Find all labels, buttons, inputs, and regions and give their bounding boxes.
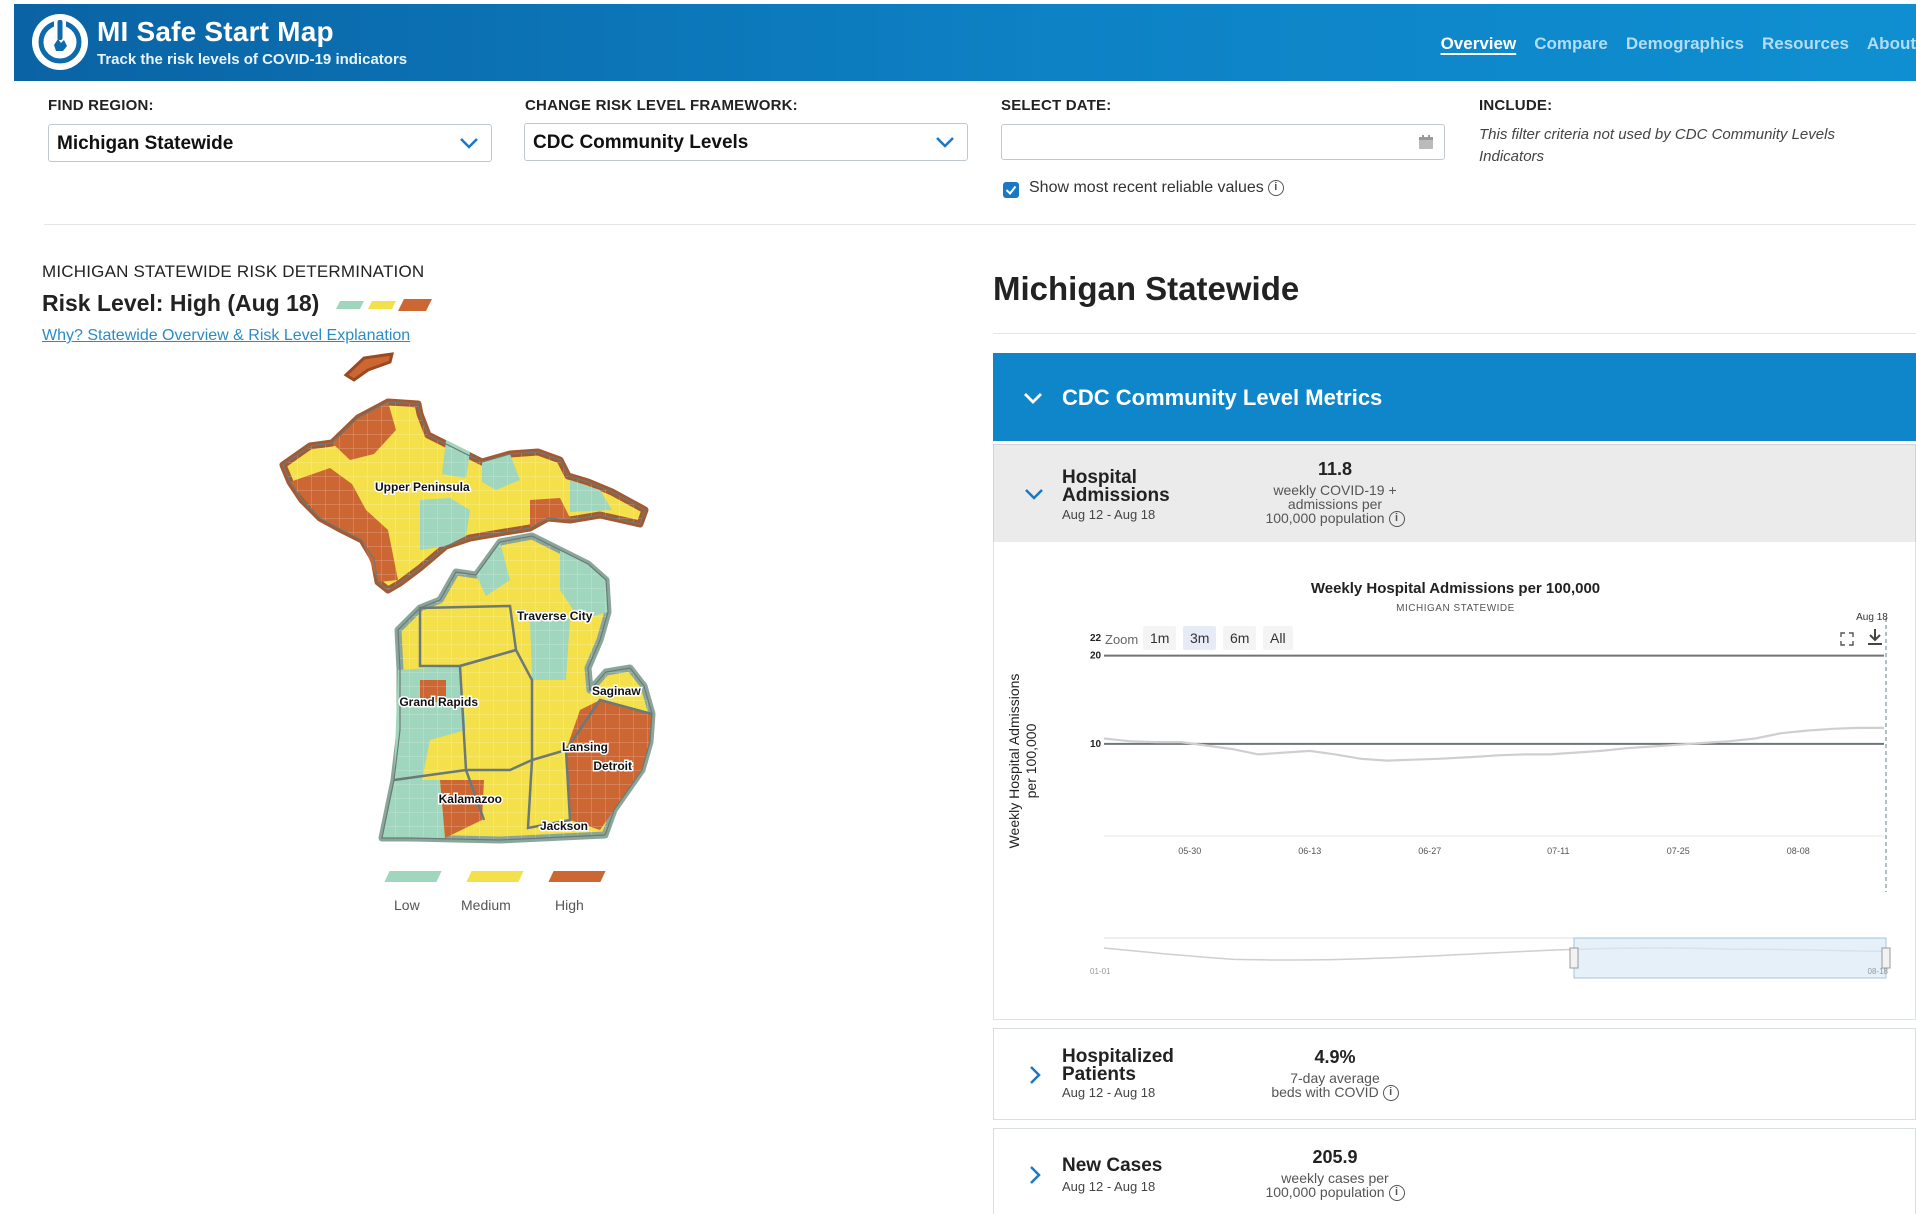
metric-name-line2: Admissions [1062,485,1170,506]
nav-about[interactable]: About [1867,34,1916,54]
date-input[interactable] [1001,124,1445,160]
x-tick-label: 07-25 [1667,846,1690,856]
metric-name: Hospitalized Patients [1062,1047,1174,1085]
metric-dates: Aug 12 - Aug 18 [1062,1179,1156,1194]
y-tick-label: 20 [1090,651,1102,662]
hospital-admissions-chart: Weekly Hospital Admissions per 100,000 M… [993,542,1916,1020]
current-date-label: Aug 18 [1856,612,1888,623]
map-label-jackson: Jackson [540,819,588,833]
nav-demographics[interactable]: Demographics [1626,34,1744,54]
legend-high-label: High [555,897,584,913]
map-label-saginaw: Saginaw [592,684,641,698]
map-label-lansing: Lansing [562,740,608,754]
metric-value: 11.8 [1317,459,1353,479]
date-label: SELECT DATE: [1001,97,1112,114]
legend-low-label: Low [394,897,420,913]
nav-overview[interactable]: Overview [1441,34,1517,54]
metric-new-cases[interactable]: New Cases Aug 12 - Aug 18 205.9 weekly c… [993,1128,1916,1214]
metric-description: weekly cases per 100,000 population i [1235,1171,1435,1202]
navigator-start-label: 01-01 [1090,967,1111,976]
include-label: INCLUDE: [1479,97,1553,114]
risk-level-bars [335,298,432,311]
chevron-down-icon [460,138,478,149]
metric-value: 4.9% [1314,1047,1356,1067]
framework-label: CHANGE RISK LEVEL FRAMEWORK: [525,97,798,114]
chevron-down-icon [1024,393,1042,404]
info-icon[interactable]: i [1388,511,1405,528]
calendar-icon[interactable] [1418,134,1434,150]
app-subtitle: Track the risk levels of COVID-19 indica… [97,51,408,68]
metric-description: weekly COVID-19 + admissions per 100,000… [1235,483,1435,528]
cdc-metrics-section[interactable]: CDC Community Level Metrics [993,353,1916,441]
navigator-handle-right [1881,947,1891,969]
chevron-right-icon [1030,1166,1041,1184]
main-nav: Overview Compare Demographics Resources … [1423,34,1916,54]
framework-value: CDC Community Levels [533,132,749,153]
metric-dates: Aug 12 - Aug 18 [1062,507,1156,522]
map-label-detroit: Detroit [593,759,632,773]
x-tick-label: 07-11 [1547,846,1569,856]
metric-name: Hospital Admissions [1062,468,1170,506]
region-label: FIND REGION: [48,97,154,114]
map-label-traverse-city: Traverse City [517,609,593,623]
cdc-section-title: CDC Community Level Metrics [1062,385,1383,410]
info-icon[interactable]: i [1267,179,1284,196]
legend-low-swatch [384,871,442,882]
info-icon[interactable]: i [1388,1185,1405,1202]
metric-desc-line2: 100,000 population [1265,1184,1385,1200]
x-tick-label: 05-30 [1178,846,1201,856]
recent-values-label: Show most recent reliable values i [1029,179,1284,197]
legend-medium-label: Medium [461,897,511,913]
include-note: This filter criteria not used by CDC Com… [1479,126,1835,165]
navigator-handle-left [1569,947,1579,969]
metric-name: New Cases [1062,1155,1163,1176]
nav-compare[interactable]: Compare [1534,34,1608,54]
y-tick-label: 10 [1090,739,1102,750]
risk-level: Risk Level: High (Aug 18) [42,290,434,317]
metric-value: 205.9 [1312,1147,1358,1167]
recent-values-text: Show most recent reliable values [1029,179,1264,196]
risk-level-text: Risk Level: High (Aug 18) [42,290,320,316]
x-tick-label: 08-08 [1787,846,1810,856]
line-chart[interactable]: 10 20 22 05-30 06-13 06-27 07-11 07-25 08-08 Aug … [994,542,1916,1020]
logo-power-icon[interactable] [32,14,88,70]
map-label-upper-peninsula: Upper Peninsula [375,480,470,494]
framework-select[interactable]: CDC Community Levels [524,123,968,161]
chevron-down-icon [936,137,954,148]
region-select[interactable]: Michigan Statewide [48,124,492,162]
risk-explanation-link[interactable]: Why? Statewide Overview & Risk Level Exp… [42,327,410,345]
chevron-down-icon [1025,489,1043,500]
recent-values-checkbox[interactable] [1003,182,1019,198]
x-tick-label: 06-27 [1418,846,1441,856]
check-icon [1005,185,1017,196]
navigator-window [1573,937,1887,979]
info-icon[interactable]: i [1382,1085,1399,1102]
metric-desc-line3: 100,000 population [1265,510,1385,526]
navigator-end-label: 08-18 [1868,967,1889,976]
region-value: Michigan Statewide [57,133,234,154]
metric-dates: Aug 12 - Aug 18 [1062,1085,1156,1100]
legend-medium-swatch [466,871,524,882]
y-tick-label: 22 [1090,633,1102,644]
app-header: MI Safe Start Map Track the risk levels … [14,4,1916,81]
risk-heading: MICHIGAN STATEWIDE RISK DETERMINATION [42,262,425,281]
map-label-grand-rapids: Grand Rapids [399,695,478,709]
app-title: MI Safe Start Map [97,16,334,47]
metric-desc-line2: beds with COVID [1271,1084,1379,1100]
map-label-kalamazoo: Kalamazoo [439,792,502,806]
metric-hospital-admissions[interactable]: Hospital Admissions Aug 12 - Aug 18 11.8 … [993,444,1916,543]
metric-description: 7-day average beds with COVID i [1235,1071,1435,1102]
nav-resources[interactable]: Resources [1762,34,1849,54]
chevron-right-icon [1030,1066,1041,1084]
legend-high-swatch [548,871,606,882]
filter-divider [44,224,1916,225]
michigan-map[interactable]: Upper Peninsula Traverse City Grand Rapi… [270,350,740,860]
region-title: Michigan Statewide [993,270,1300,307]
metric-hospitalized-patients[interactable]: Hospitalized Patients Aug 12 - Aug 18 4.9… [993,1028,1916,1120]
region-divider [993,333,1916,334]
metric-name-line2: Patients [1062,1064,1136,1085]
x-tick-label: 06-13 [1298,846,1321,856]
